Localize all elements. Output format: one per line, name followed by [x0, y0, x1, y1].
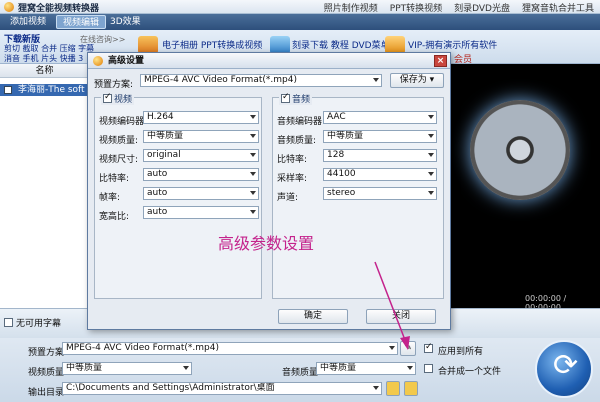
annotation-arrow-line [374, 261, 406, 341]
annotation-arrow-head [400, 336, 410, 350]
annotation-arrow [374, 261, 410, 350]
